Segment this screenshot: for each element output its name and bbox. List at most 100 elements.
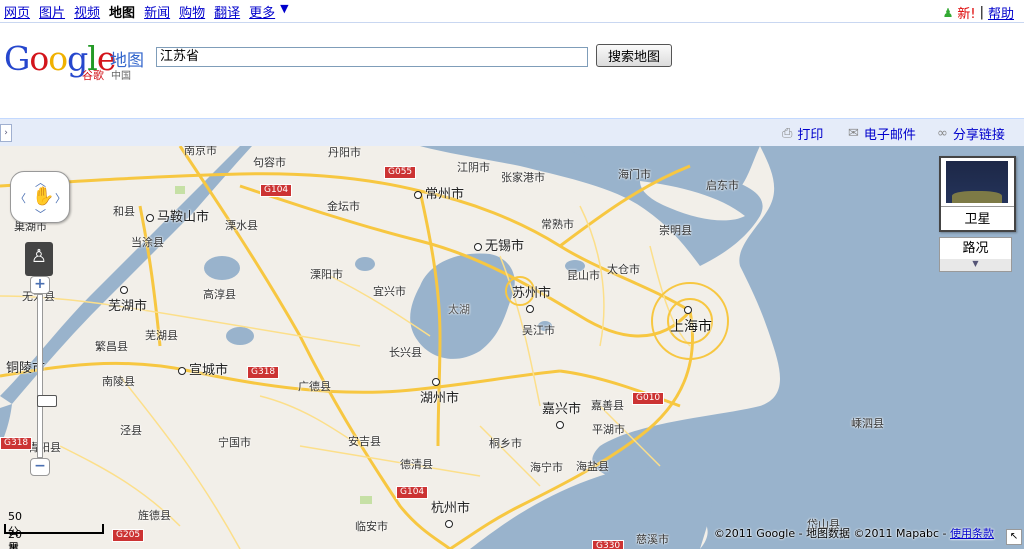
- chevron-down-icon[interactable]: ▼: [280, 2, 288, 21]
- label-he: 和县: [113, 205, 135, 218]
- label-ningguo: 宁国市: [218, 436, 251, 449]
- label-shanghai-text: 上海市: [670, 319, 712, 335]
- print-button[interactable]: ⎙ 打印: [782, 124, 823, 143]
- satellite-thumbnail: [946, 161, 1008, 203]
- highway-shield: G104: [396, 486, 429, 499]
- label-jurong: 句容市: [253, 156, 286, 169]
- pan-right-icon[interactable]: 〉: [55, 190, 66, 206]
- help-link[interactable]: 帮助: [988, 3, 1014, 22]
- label-haining: 海宁市: [530, 461, 563, 474]
- label-qidong: 启东市: [706, 179, 739, 192]
- new-link[interactable]: 新!: [957, 3, 975, 22]
- highway-shield: G055: [384, 166, 417, 179]
- label-xuancheng-text: 宣城市: [189, 363, 229, 378]
- label-kunshan: 昆山市: [567, 269, 600, 282]
- label-jing: 泾县: [120, 424, 142, 437]
- map-canvas[interactable]: 南京市 句容市 丹阳市 江阴市 张家港市 海门市 启东市 常州市 和县 马鞍山市…: [0, 146, 1024, 549]
- label-changzhou: 常州市: [414, 183, 464, 202]
- label-changxing: 长兴县: [389, 346, 422, 359]
- street-view-pegman-icon[interactable]: ♙: [25, 242, 53, 276]
- label-pinghu: 平湖市: [592, 423, 625, 436]
- city-dot-icon: [684, 306, 692, 314]
- search-maps-button[interactable]: 搜索地图: [596, 44, 672, 67]
- nav-maps: 地图: [109, 6, 136, 21]
- label-jiaxing: 嘉兴市: [542, 398, 581, 432]
- label-changzhou-text: 常州市: [425, 187, 465, 202]
- print-label: 打印: [797, 128, 824, 143]
- label-zhangjiagang: 张家港市: [501, 171, 545, 184]
- label-chongming: 崇明县: [659, 224, 692, 237]
- label-jiashan: 嘉善县: [591, 399, 624, 412]
- zoom-track[interactable]: [37, 294, 57, 458]
- label-huzhou: 湖州市: [420, 378, 459, 406]
- label-gaochun: 高淳县: [203, 288, 236, 301]
- zoom-thumb[interactable]: [37, 395, 57, 407]
- city-dot-icon: [556, 420, 564, 429]
- label-fanchang: 繁昌县: [95, 340, 128, 353]
- email-button[interactable]: ✉ 电子邮件: [848, 124, 916, 143]
- satellite-toggle[interactable]: 卫星: [939, 156, 1016, 232]
- label-wuhu-text: 芜湖市: [108, 299, 148, 314]
- copyright-text: ©2011 Google - 地图数据 ©2011 Mapabc -: [713, 527, 950, 540]
- zoom-in-button[interactable]: +: [30, 276, 50, 294]
- share-label: 分享链接: [952, 128, 1005, 143]
- traffic-toggle[interactable]: 路况: [939, 237, 1012, 261]
- zoom-out-button[interactable]: −: [30, 458, 50, 476]
- label-anji: 安吉县: [348, 435, 381, 448]
- label-huzhou-text: 湖州市: [420, 391, 460, 406]
- map-toolbar: › ⎙ 打印 ✉ 电子邮件 ∞ 分享链接: [0, 118, 1024, 146]
- label-hangzhou: 杭州市: [431, 497, 470, 531]
- city-dot-icon: [445, 519, 453, 528]
- highway-shield: G104: [260, 184, 293, 197]
- pan-left-icon[interactable]: 〈: [15, 190, 26, 206]
- label-hangzhou-text: 杭州市: [431, 501, 471, 516]
- label-wuhu-county: 芜湖县: [145, 329, 178, 342]
- city-dot-icon: [526, 304, 534, 313]
- label-dangtu: 当涂县: [131, 236, 164, 249]
- envelope-icon: ✉: [848, 126, 859, 141]
- nav-translate[interactable]: 翻译: [214, 2, 240, 21]
- highway-shield: G318: [0, 437, 33, 450]
- search-input[interactable]: [156, 47, 588, 67]
- link-icon: ∞: [937, 126, 948, 141]
- label-maanshan: 马鞍山市: [146, 206, 209, 225]
- label-xuancheng: 宣城市: [178, 359, 228, 378]
- pan-down-icon[interactable]: ﹀: [35, 206, 46, 222]
- terms-link[interactable]: 使用条款: [950, 527, 994, 540]
- email-label: 电子邮件: [863, 128, 916, 143]
- highway-shield: G010: [632, 392, 665, 405]
- nav-web[interactable]: 网页: [4, 2, 30, 21]
- city-dot-icon: [178, 366, 186, 375]
- hand-icon[interactable]: ✋: [32, 186, 54, 207]
- overview-map-toggle-icon[interactable]: ↖: [1006, 529, 1022, 545]
- collapse-panel-button[interactable]: ›: [0, 124, 12, 142]
- label-danyang: 丹阳市: [328, 146, 361, 159]
- label-haiyan: 海盐县: [576, 460, 609, 473]
- nav-more[interactable]: 更多: [249, 2, 275, 21]
- label-guangde: 广德县: [298, 380, 331, 393]
- separator: |: [979, 5, 984, 20]
- nav-images[interactable]: 图片: [39, 2, 65, 21]
- label-jiaxing-text: 嘉兴市: [542, 402, 582, 417]
- top-right-links: ♟ 新! | 帮助: [943, 3, 1014, 22]
- label-suzhou-text: 苏州市: [512, 286, 552, 301]
- city-dot-icon: [414, 190, 422, 199]
- label-yixing: 宜兴市: [373, 285, 406, 298]
- printer-icon: ⎙: [782, 126, 793, 141]
- zoom-slider[interactable]: + −: [30, 276, 57, 476]
- nav-news[interactable]: 新闻: [144, 2, 170, 21]
- nav-video[interactable]: 视频: [74, 2, 100, 21]
- label-liyang: 溧阳市: [310, 268, 343, 281]
- label-jintan: 金坛市: [327, 200, 360, 213]
- chevron-down-icon[interactable]: ▼: [939, 259, 1012, 272]
- nav-shopping[interactable]: 购物: [179, 2, 205, 21]
- label-wuxi-text: 无锡市: [485, 239, 525, 254]
- share-link-button[interactable]: ∞ 分享链接: [937, 124, 1005, 143]
- pan-control[interactable]: ︿ ﹀ 〈 〉 ✋: [10, 171, 70, 223]
- city-dot-icon: [474, 242, 482, 251]
- city-dot-icon: [146, 213, 154, 222]
- logo-subtitle-cn: 谷歌: [82, 69, 104, 82]
- highway-shield: G205: [112, 529, 145, 542]
- label-shanghai: 上海市: [670, 306, 712, 336]
- copyright-notice: ©2011 Google - 地图数据 ©2011 Mapabc - 使用条款: [714, 525, 994, 541]
